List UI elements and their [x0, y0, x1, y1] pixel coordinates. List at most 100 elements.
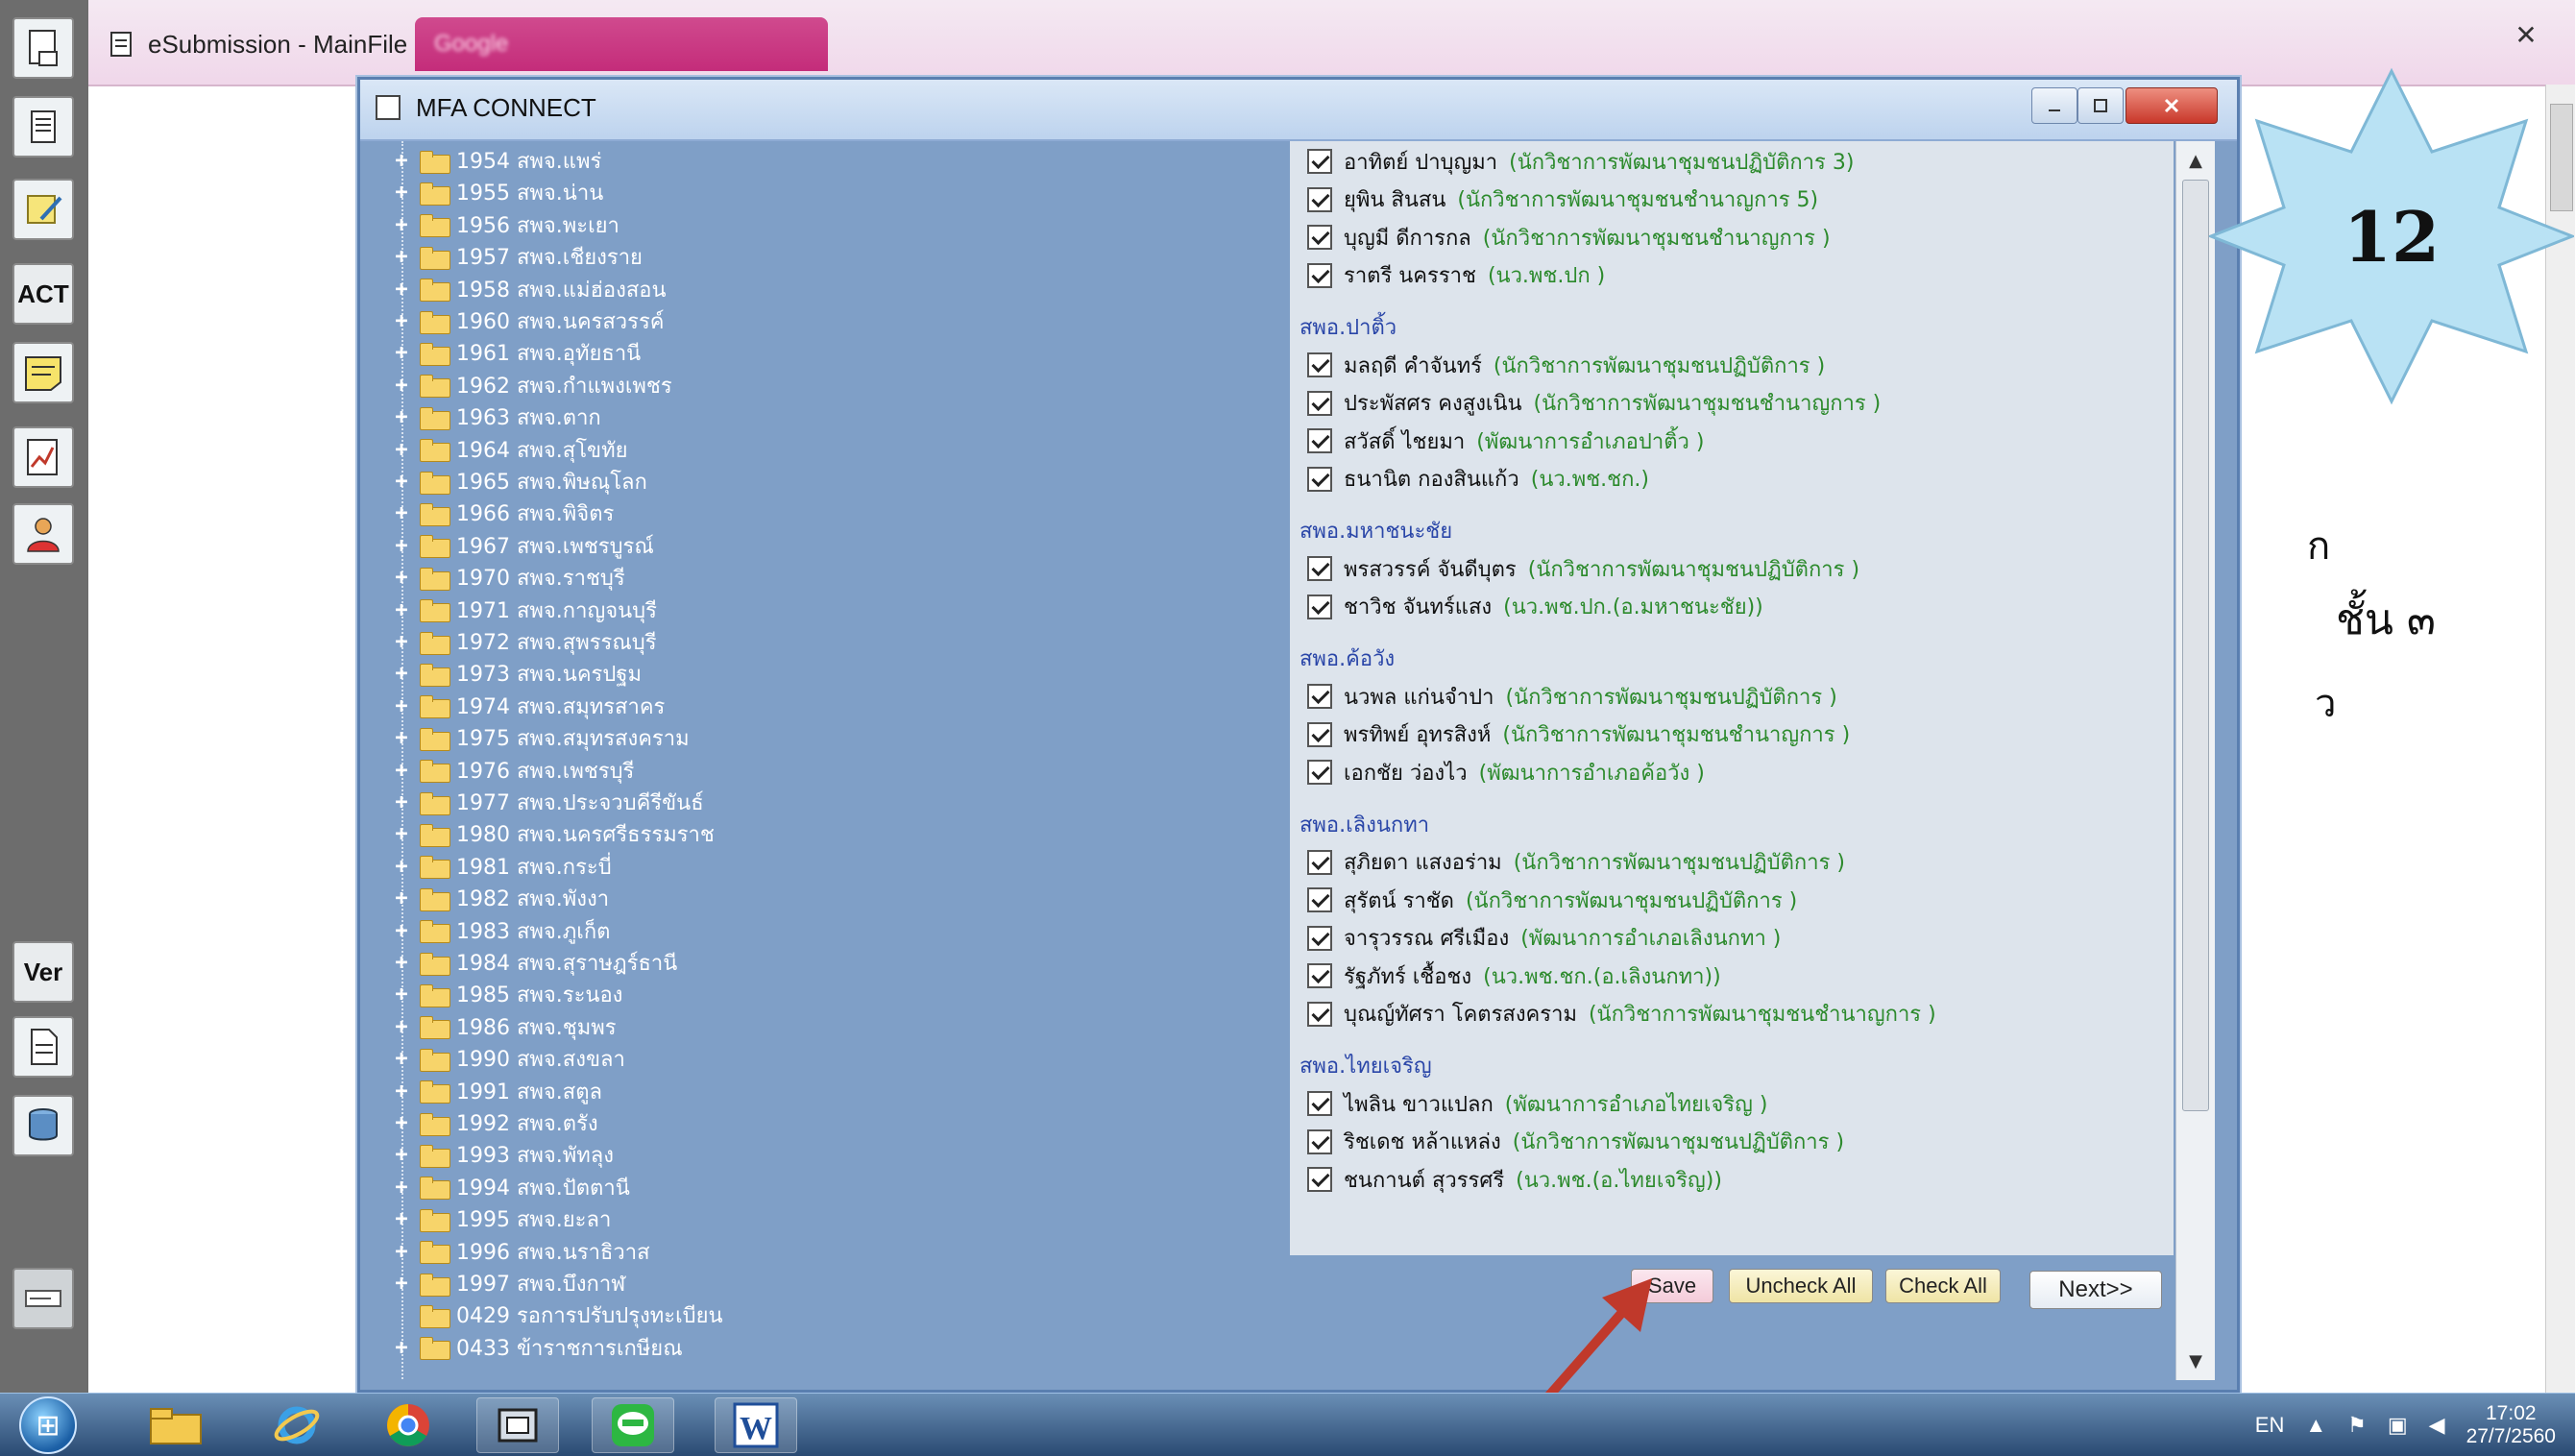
edit-document-tool[interactable]	[12, 96, 74, 158]
close-button[interactable]	[2126, 87, 2218, 124]
expand-icon[interactable]: +	[391, 598, 412, 622]
expand-icon[interactable]: +	[391, 501, 412, 525]
recipient-checkbox[interactable]	[1307, 186, 1332, 212]
recipient-checkbox[interactable]	[1307, 963, 1332, 988]
minimize-button[interactable]	[2031, 87, 2077, 124]
expand-icon[interactable]: +	[391, 470, 412, 494]
recipient-checkbox[interactable]	[1307, 149, 1332, 174]
scroll-down-arrow-icon[interactable]: ▼	[2176, 1342, 2215, 1380]
tab-esubmission[interactable]: eSubmission - MainFile	[94, 19, 425, 69]
expand-icon[interactable]: +	[391, 309, 412, 333]
tree-node[interactable]: 0429 รอการปรับปรุงทะเบียน	[391, 1299, 723, 1331]
recipient-checkbox[interactable]	[1307, 556, 1332, 581]
recipient-checkbox[interactable]	[1307, 1001, 1332, 1027]
taskbar-line[interactable]	[592, 1397, 674, 1453]
expand-icon[interactable]: +	[391, 278, 412, 302]
taskbar-word[interactable]: W	[715, 1397, 797, 1453]
expand-icon[interactable]: +	[391, 694, 412, 718]
recipient-checkbox[interactable]	[1307, 262, 1332, 288]
taskbar-chrome[interactable]	[367, 1397, 449, 1453]
next-button[interactable]: Next>>	[2029, 1271, 2162, 1309]
expand-icon[interactable]: +	[391, 951, 412, 975]
expand-icon[interactable]: +	[391, 374, 412, 398]
file-tool[interactable]	[12, 1016, 74, 1078]
tree-node[interactable]: +0433 ข้าราชการเกษียณ	[391, 1332, 682, 1364]
tree-node[interactable]: +1985 สพจ.ระนอง	[391, 979, 622, 1010]
flag-icon[interactable]: ⚑	[2347, 1413, 2367, 1438]
database-tool[interactable]	[12, 1095, 74, 1156]
recipient-checkbox[interactable]	[1307, 887, 1332, 912]
show-hidden-icons-icon[interactable]: ▲	[2305, 1413, 2326, 1438]
tree-node[interactable]: +1986 สพจ.ชุมพร	[391, 1011, 616, 1043]
expand-icon[interactable]: +	[391, 759, 412, 783]
tree-node[interactable]: +1974 สพจ.สมุทรสาคร	[391, 691, 665, 722]
tree-node[interactable]: +1982 สพจ.พังงา	[391, 883, 609, 914]
recipient-checkbox[interactable]	[1307, 760, 1332, 785]
expand-icon[interactable]: +	[391, 1047, 412, 1071]
clock[interactable]: 17:02 27/7/2560	[2466, 1402, 2556, 1448]
recipient-checkbox[interactable]	[1307, 684, 1332, 709]
tree-node[interactable]: +1997 สพจ.บึงกาฬ	[391, 1268, 625, 1299]
tree-node[interactable]: +1954 สพจ.แพร่	[391, 145, 601, 177]
tree-node[interactable]: +1991 สพจ.สตูล	[391, 1076, 602, 1107]
recipient-checkbox[interactable]	[1307, 390, 1332, 416]
tree-node[interactable]: +1995 สพจ.ยะลา	[391, 1203, 611, 1235]
start-button[interactable]: ⊞	[19, 1396, 77, 1454]
recipient-checkbox[interactable]	[1307, 594, 1332, 619]
taskbar-internet-explorer[interactable]	[255, 1397, 338, 1453]
new-document-tool[interactable]	[12, 17, 74, 79]
expand-icon[interactable]: +	[391, 630, 412, 654]
expand-icon[interactable]: +	[391, 341, 412, 365]
expand-icon[interactable]: +	[391, 662, 412, 686]
dialog-titlebar[interactable]: MFA CONNECT	[360, 80, 2237, 141]
tree-node[interactable]: +1981 สพจ.กระบี่	[391, 851, 611, 883]
tree-node[interactable]: +1955 สพจ.น่าน	[391, 177, 603, 208]
tree-node[interactable]: +1994 สพจ.ปัตตานี	[391, 1172, 629, 1203]
scrollbar-thumb[interactable]	[2182, 180, 2209, 1111]
expand-icon[interactable]: +	[391, 534, 412, 558]
expand-icon[interactable]: +	[391, 855, 412, 879]
expand-icon[interactable]: +	[391, 1111, 412, 1135]
recipient-checkbox[interactable]	[1307, 225, 1332, 250]
expand-icon[interactable]: +	[391, 1336, 412, 1360]
recipient-checkbox[interactable]	[1307, 466, 1332, 492]
memo-tool[interactable]	[12, 342, 74, 403]
taskbar-explorer[interactable]	[134, 1397, 217, 1453]
users-tool[interactable]	[12, 503, 74, 565]
expand-icon[interactable]: +	[391, 822, 412, 846]
recipient-checkbox[interactable]	[1307, 1128, 1332, 1154]
expand-icon[interactable]: +	[391, 919, 412, 943]
form-tool[interactable]	[12, 1268, 74, 1329]
tree-node[interactable]: +1975 สพจ.สมุทรสงคราม	[391, 722, 689, 754]
expand-icon[interactable]: +	[391, 1207, 412, 1231]
report-chart-tool[interactable]	[12, 426, 74, 488]
department-tree[interactable]: +1954 สพจ.แพร่ +1955 สพจ.น่าน +1956 สพจ.พะ…	[370, 141, 1278, 1380]
expand-icon[interactable]: +	[391, 1143, 412, 1167]
tree-node[interactable]: +1983 สพจ.ภูเก็ต	[391, 915, 610, 947]
tree-node[interactable]: +1984 สพจ.สุราษฎร์ธานี	[391, 947, 677, 979]
expand-icon[interactable]: +	[391, 405, 412, 429]
act-tool[interactable]: ACT	[12, 263, 74, 325]
tree-node[interactable]: +1973 สพจ.นครปฐม	[391, 658, 642, 690]
tree-node[interactable]: +1964 สพจ.สุโขทัย	[391, 434, 627, 466]
expand-icon[interactable]: +	[391, 1176, 412, 1200]
expand-icon[interactable]: +	[391, 181, 412, 205]
notes-tool[interactable]	[12, 179, 74, 240]
tree-node[interactable]: +1970 สพจ.ราชบุรี	[391, 562, 624, 594]
network-icon[interactable]: ▣	[2388, 1413, 2408, 1438]
volume-icon[interactable]: ◀	[2429, 1413, 2445, 1438]
tree-node[interactable]: +1977 สพจ.ประจวบคีรีขันธ์	[391, 787, 703, 818]
tab-google[interactable]: Google	[415, 17, 828, 71]
language-indicator[interactable]: EN	[2255, 1413, 2285, 1438]
browser-close-button[interactable]: ✕	[2494, 13, 2558, 56]
tree-node[interactable]: +1956 สพจ.พะเยา	[391, 209, 619, 241]
recipient-checklist[interactable]: อาทิตย์ ปาบุญมา (นักวิชาการพัฒนาชุมชนปฏิบ…	[1290, 141, 2174, 1255]
tree-node[interactable]: +1963 สพจ.ตาก	[391, 401, 600, 433]
expand-icon[interactable]: +	[391, 245, 412, 269]
tree-node[interactable]: +1976 สพจ.เพชรบุรี	[391, 755, 634, 787]
version-tool[interactable]: Ver	[12, 941, 74, 1003]
tree-node[interactable]: +1993 สพจ.พัทลุง	[391, 1139, 614, 1171]
tree-node[interactable]: +1965 สพจ.พิษณุโลก	[391, 466, 646, 497]
check-all-button[interactable]: Check All	[1885, 1269, 2001, 1303]
tree-node[interactable]: +1961 สพจ.อุทัยธานี	[391, 337, 641, 369]
